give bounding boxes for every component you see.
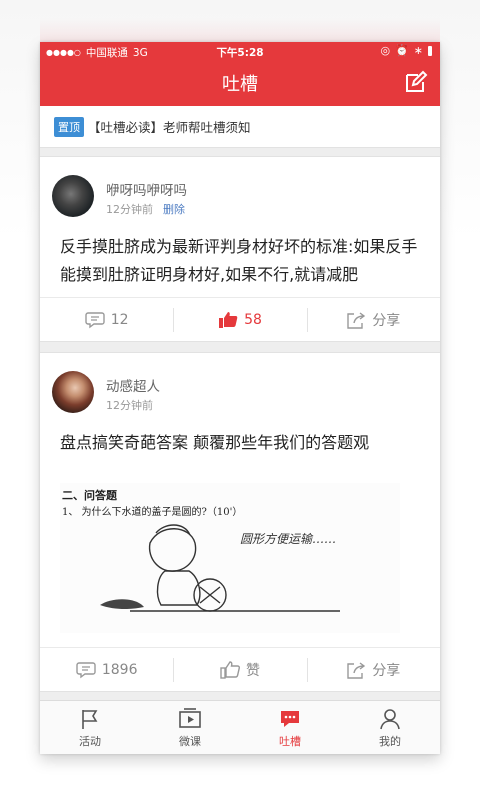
user-name[interactable]: 咿呀吗咿呀吗: [106, 179, 187, 199]
action-bar: 1896 赞 分享: [40, 647, 440, 691]
battery-icon: [428, 45, 432, 56]
post-meta: 12分钟前: [106, 397, 153, 413]
pin-badge: 置顶: [54, 116, 84, 137]
bottom-tab-bar: 活动 微课 吐槽 我的: [40, 700, 440, 754]
share-label: 分享: [372, 312, 401, 329]
like-count: 58: [244, 311, 262, 328]
tab-label: 活动: [79, 734, 101, 748]
tab-label: 我的: [379, 734, 401, 748]
delete-link[interactable]: 删除: [163, 201, 185, 217]
share-button[interactable]: 分享: [306, 298, 440, 341]
status-right: ◎ ⏰ ∗: [380, 44, 432, 57]
like-button[interactable]: 赞: [173, 648, 306, 691]
like-label: 赞: [245, 662, 260, 679]
bluetooth-icon: ∗: [413, 44, 423, 57]
post-meta: 12分钟前 删除: [106, 201, 185, 217]
post-image[interactable]: 二、问答题 1、 为什么下水道的盖子是圆的?（10'） 圆形方便运输……: [60, 483, 400, 633]
avatar[interactable]: [52, 371, 94, 413]
comment-count: 12: [110, 311, 129, 328]
notice-text: 【吐槽必读】老师帮吐槽须知: [88, 120, 251, 135]
tab-mine[interactable]: 我的: [340, 701, 440, 754]
user-name[interactable]: 动感超人: [106, 375, 160, 395]
comment-icon: [76, 661, 96, 678]
post-card[interactable]: 动感超人 12分钟前 盘点搞笑奇葩答案 颠覆那些年我们的答题观 二、问答题 1、…: [40, 352, 440, 692]
status-bar: ●●●●○ 中国联通 3G 下午5:28 ◎ ⏰ ∗: [40, 42, 440, 62]
action-bar: 12 58 分享: [40, 297, 440, 341]
post-time: 12分钟前: [106, 399, 153, 412]
comment-count: 1896: [101, 661, 138, 678]
thumbs-up-icon: [220, 660, 240, 679]
share-icon: [347, 311, 366, 329]
phone-screen: ●●●●○ 中国联通 3G 下午5:28 ◎ ⏰ ∗ 吐槽 置顶 【吐槽必读】老…: [40, 42, 440, 754]
image-question: 1、 为什么下水道的盖子是圆的?（10'）: [62, 505, 242, 518]
tab-tucao[interactable]: 吐槽: [240, 701, 340, 754]
tab-activity[interactable]: 活动: [40, 701, 140, 754]
share-button[interactable]: 分享: [306, 648, 440, 691]
pinned-notice[interactable]: 置顶 【吐槽必读】老师帮吐槽须知: [40, 106, 440, 148]
comment-button[interactable]: 12: [40, 298, 173, 341]
share-icon: [347, 661, 366, 679]
edit-icon[interactable]: [404, 70, 428, 94]
video-icon: [179, 707, 201, 728]
tab-label: 吐槽: [279, 734, 301, 748]
comment-icon: [85, 311, 105, 328]
alarm-icon: ⏰: [395, 44, 409, 57]
page-title: 吐槽: [222, 74, 258, 95]
post-card[interactable]: 咿呀吗咿呀吗 12分钟前 删除 反手摸肚脐成为最新评判身材好坏的标准:如果反手能…: [40, 156, 440, 342]
rotation-lock-icon: ◎: [380, 44, 391, 57]
tab-microcourse[interactable]: 微课: [140, 701, 240, 754]
app-header: ●●●●○ 中国联通 3G 下午5:28 ◎ ⏰ ∗ 吐槽: [40, 42, 440, 106]
user-icon: [380, 708, 400, 729]
image-heading: 二、问答题: [62, 488, 118, 502]
title-row: 吐槽: [40, 62, 440, 106]
post-text: 盘点搞笑奇葩答案 颠覆那些年我们的答题观: [60, 433, 370, 452]
flag-icon: [82, 709, 98, 729]
tab-label: 微课: [179, 734, 201, 748]
image-answer: 圆形方便运输……: [240, 532, 336, 546]
comment-button[interactable]: 1896: [40, 648, 173, 691]
thumbs-up-icon: [219, 311, 238, 328]
like-button[interactable]: 58: [173, 298, 306, 341]
avatar[interactable]: [52, 175, 94, 217]
share-label: 分享: [372, 662, 401, 679]
post-time: 12分钟前: [106, 203, 153, 216]
chat-bubble-icon: [281, 710, 299, 727]
post-text: 反手摸肚脐成为最新评判身材好坏的标准:如果反手能摸到肚脐证明身材好,如果不行,就…: [60, 237, 418, 284]
